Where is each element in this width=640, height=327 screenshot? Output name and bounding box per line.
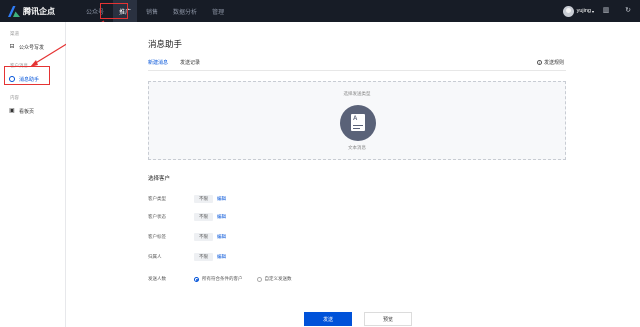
nav-item-admin[interactable]: 管理	[206, 0, 230, 22]
filter-customer-type: 客户类型 不限 编辑	[148, 195, 226, 203]
filter-label: 客户标签	[148, 234, 166, 239]
filter-customer-tags: 客户标签 不限 编辑	[148, 233, 226, 241]
filter-owner: 归属人 不限 编辑	[148, 253, 226, 261]
logo-icon	[8, 5, 20, 17]
radio-label: 所有符合条件的客户	[202, 276, 243, 281]
avatar	[562, 5, 574, 17]
nav-item-sales[interactable]: 销售	[140, 0, 164, 22]
radio-label: 自定义发送数	[264, 276, 292, 281]
chevron-down-icon: ▾	[591, 8, 594, 14]
radio-dot	[194, 276, 199, 282]
nav-item-analytics[interactable]: 数据分析	[167, 0, 203, 22]
sidebar-item-label: 公众号写发	[19, 44, 45, 51]
sidebar-group-channel: 渠道	[10, 31, 19, 36]
send-count-label: 发送人数	[148, 276, 166, 281]
edit-link[interactable]: 编辑	[217, 234, 226, 240]
text-message-card[interactable]: A	[340, 105, 376, 141]
page-icon: ▣	[9, 108, 15, 114]
message-type-title: 选择发送类型	[343, 91, 371, 96]
radio-dot	[256, 276, 262, 282]
username: yujing	[576, 8, 591, 14]
section-title: 选择客户	[148, 176, 171, 182]
filter-customer-status: 客户状态 不限 编辑	[148, 213, 226, 221]
tab-divider	[148, 70, 566, 71]
top-navigation-bar: 腾讯企点 公众号 推广 销售 数据分析 管理 yujing ▾ ▥ ↻	[0, 0, 640, 22]
info-icon: i	[537, 60, 542, 65]
filter-tag: 不限	[194, 195, 213, 203]
edit-link[interactable]: 编辑	[217, 254, 226, 260]
filter-tag: 不限	[194, 233, 213, 241]
sidebar-item-label: 看板页	[19, 108, 35, 115]
logo-text: 腾讯企点	[23, 6, 55, 16]
user-menu[interactable]: yujing ▾	[562, 0, 594, 22]
sidebar-annotation-box	[4, 66, 50, 85]
send-count-row: 发送人数 所有符合条件的客户 自定义发送数	[148, 275, 306, 283]
sidebar-group-content: 内容	[10, 95, 19, 100]
page-title: 消息助手	[148, 39, 183, 49]
send-rules-link[interactable]: i 发送规则	[537, 59, 564, 66]
message-type-selector: 选择发送类型 A 文本消息	[148, 81, 566, 160]
send-rules-label: 发送规则	[544, 60, 565, 66]
nav-annotation-box	[100, 3, 128, 19]
edit-link[interactable]: 编辑	[217, 214, 226, 220]
sidebar-item-board[interactable]: ▣ 看板页	[0, 104, 66, 118]
preview-button[interactable]: 预览	[364, 312, 412, 326]
app-logo[interactable]: 腾讯企点	[8, 5, 72, 17]
sidebar-item-official-post[interactable]: ⊟ 公众号写发	[0, 40, 66, 54]
filter-label: 归属人	[148, 254, 162, 259]
book-icon[interactable]: ▥	[602, 7, 610, 15]
text-message-label: 文本消息	[348, 145, 366, 150]
send-button[interactable]: 发送	[304, 312, 352, 326]
main-content: 消息助手 新建消息 发送记录 i 发送规则 选择发送类型 A 文本消息 选择客户…	[66, 22, 640, 327]
edit-link[interactable]: 编辑	[217, 196, 226, 202]
document-icon: A	[351, 114, 365, 131]
radio-custom-count[interactable]: 自定义发送数	[256, 276, 292, 282]
refresh-icon[interactable]: ↻	[624, 7, 632, 15]
box-icon: ⊟	[9, 44, 15, 50]
radio-all-customers[interactable]: 所有符合条件的客户	[194, 276, 243, 282]
filter-label: 客户状态	[148, 214, 166, 219]
filter-label: 客户类型	[148, 196, 166, 201]
filter-tag: 不限	[194, 253, 213, 261]
filter-tag: 不限	[194, 213, 213, 221]
